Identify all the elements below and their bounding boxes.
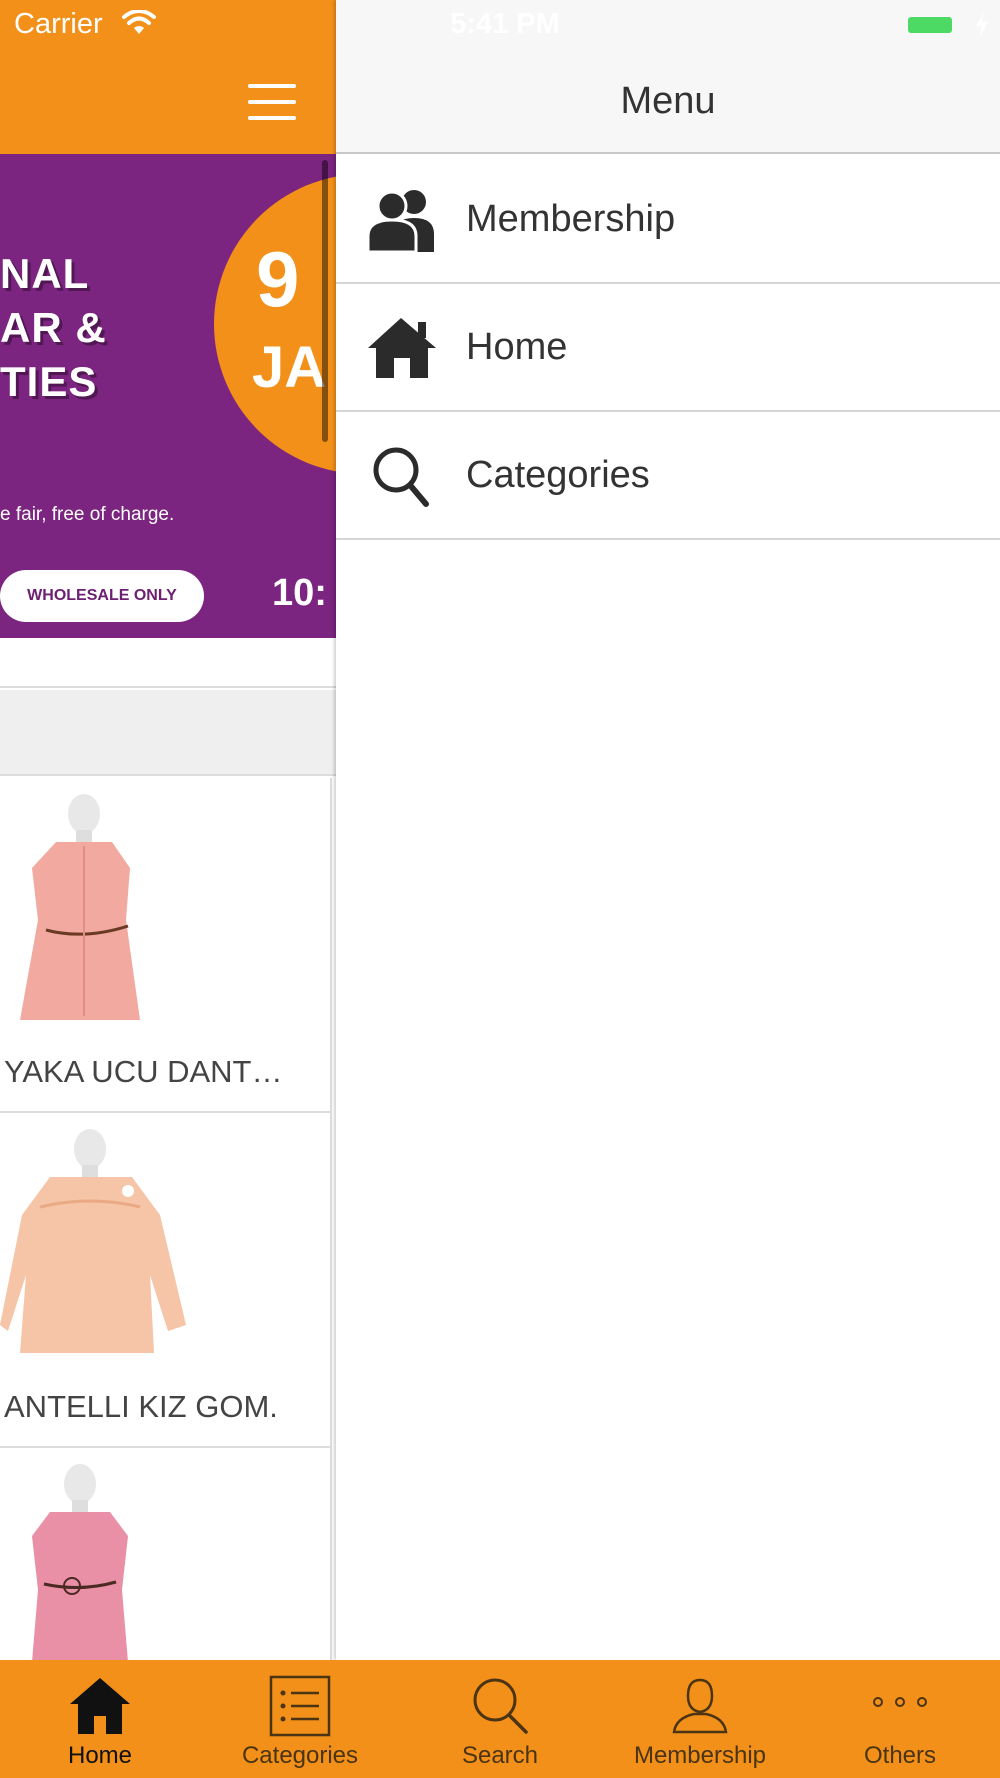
menu-item-home[interactable]: Home: [336, 284, 1000, 412]
tab-label: Search: [461, 1742, 539, 1769]
side-menu-drawer: Menu Membership Home Categories: [336, 0, 1000, 1660]
banner-date-number: 9: [256, 235, 300, 323]
product-list: YAKA UCU DANT… ANTELLI KIZ GOM.: [0, 778, 332, 1660]
tab-others[interactable]: Others: [800, 1660, 1000, 1778]
product-name: YAKA UCU DANT…: [4, 1054, 283, 1089]
scroll-indicator: [322, 160, 328, 442]
main-header: [0, 0, 336, 154]
drawer-title: Menu: [620, 80, 716, 122]
product-card[interactable]: ANTELLI KIZ GOM.: [0, 1113, 330, 1448]
content-spacer: [0, 638, 336, 688]
product-image: [0, 1129, 186, 1353]
home-icon: [70, 1678, 130, 1734]
menu-item-label: Home: [466, 326, 568, 368]
more-icon: [873, 1697, 927, 1707]
tab-label: Home: [67, 1742, 133, 1769]
main-content-pane: NAL AR & TIES e fair, free of charge. 9 …: [0, 0, 336, 1660]
menu-item-categories[interactable]: Categories: [336, 412, 1000, 540]
product-image: [32, 1464, 128, 1660]
section-header-bar: [0, 690, 336, 776]
search-icon: [473, 1678, 528, 1734]
banner-time: 10:: [272, 572, 327, 614]
product-name: ANTELLI KIZ GOM.: [4, 1389, 278, 1424]
tab-membership[interactable]: Membership: [600, 1660, 800, 1778]
tab-label: Others: [863, 1742, 937, 1769]
banner-wholesale-badge: WHOLESALE ONLY: [0, 570, 204, 622]
list-icon: [269, 1675, 331, 1737]
promo-banner[interactable]: NAL AR & TIES e fair, free of charge. 9 …: [0, 154, 336, 638]
users-icon: [366, 190, 434, 252]
search-icon: [373, 447, 429, 507]
menu-item-label: Membership: [466, 198, 676, 240]
banner-line-3: TIES: [0, 358, 98, 405]
product-card[interactable]: YAKA UCU DANT…: [0, 778, 330, 1113]
tab-label: Categories: [241, 1742, 359, 1769]
home-icon: [368, 318, 436, 378]
banner-date-month: JA: [252, 335, 327, 400]
tab-search[interactable]: Search: [400, 1660, 600, 1778]
product-card[interactable]: [0, 1448, 330, 1660]
menu-item-label: Categories: [466, 454, 650, 496]
tab-categories[interactable]: Categories: [200, 1660, 400, 1778]
banner-line-1: NAL: [0, 250, 90, 297]
hamburger-menu-icon[interactable]: [248, 84, 296, 120]
person-icon: [672, 1678, 728, 1734]
menu-list: Membership Home Categories: [336, 156, 1000, 540]
banner-line-2: AR &: [0, 304, 107, 351]
product-image: [20, 794, 140, 1020]
banner-subtitle: e fair, free of charge.: [0, 504, 175, 525]
bottom-tab-bar: Home Categories Search Membership Others: [0, 1660, 1000, 1778]
tab-label: Membership: [633, 1742, 767, 1769]
tab-home[interactable]: Home: [0, 1660, 200, 1778]
menu-item-membership[interactable]: Membership: [336, 156, 1000, 284]
drawer-header: Menu: [336, 0, 1000, 154]
